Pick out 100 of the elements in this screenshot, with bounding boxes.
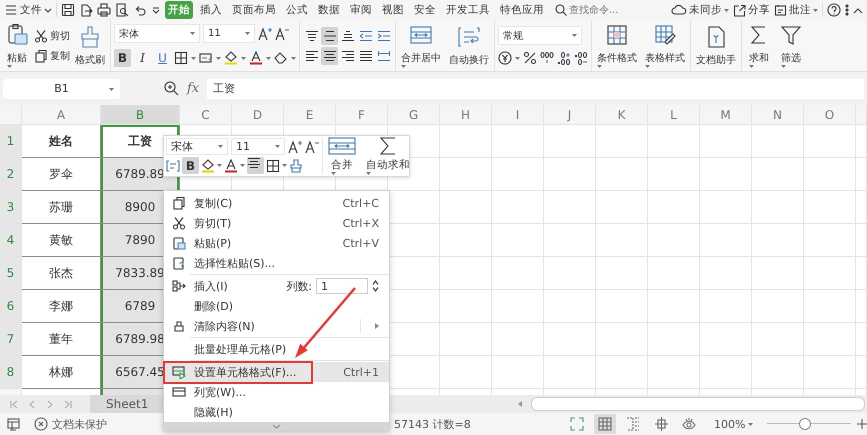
column-header[interactable]: N xyxy=(752,105,804,125)
column-header[interactable]: O xyxy=(804,105,856,125)
eye-icon[interactable] xyxy=(682,417,696,431)
name-box[interactable]: B1 xyxy=(3,78,120,98)
eraser-icon[interactable] xyxy=(274,51,288,65)
font-select[interactable]: 宋体 xyxy=(114,24,200,43)
font-grow-icon[interactable] xyxy=(288,140,302,154)
format-painter-icon[interactable] xyxy=(289,158,303,172)
decrease-decimal-icon[interactable] xyxy=(574,51,588,65)
format-toggle-button[interactable]: U xyxy=(154,49,171,67)
font-color-icon[interactable] xyxy=(224,158,238,172)
paste-button[interactable]: 粘贴 xyxy=(3,23,31,68)
format-painter-button[interactable]: 格式刷 xyxy=(73,24,107,66)
file-menu-button[interactable]: 文件 xyxy=(4,3,52,17)
font-shrink-icon[interactable] xyxy=(275,26,289,40)
font-size-select[interactable]: 11 xyxy=(231,138,285,155)
ribbon-tab[interactable]: 数据 xyxy=(315,1,343,19)
column-header[interactable]: I xyxy=(492,105,544,125)
number-format-select[interactable]: 常规 xyxy=(498,26,582,45)
paint-bucket-icon[interactable] xyxy=(201,158,215,172)
save-icon[interactable] xyxy=(61,3,75,17)
sheet-icon[interactable] xyxy=(6,417,22,431)
filter-button[interactable]: 筛选 xyxy=(777,23,805,68)
ribbon-tab[interactable]: 页面布局 xyxy=(229,1,279,19)
grid-view-icon[interactable] xyxy=(598,417,612,431)
borders-icon[interactable] xyxy=(174,51,188,65)
fullscreen-icon[interactable] xyxy=(570,417,584,431)
column-header[interactable]: M xyxy=(700,105,752,125)
share-button[interactable]: 分享 xyxy=(733,3,770,17)
paint-bucket-icon[interactable] xyxy=(224,51,238,65)
column-header[interactable]: G xyxy=(388,105,440,125)
format-toggle-button[interactable]: I xyxy=(134,49,151,67)
ribbon-tab[interactable]: 安全 xyxy=(411,1,439,19)
percent-icon[interactable] xyxy=(523,51,537,65)
view-mode-button[interactable] xyxy=(594,414,616,434)
formula-field[interactable]: 工资 xyxy=(207,78,864,98)
font-size-select[interactable]: 11 xyxy=(203,24,255,43)
sync-button[interactable]: 未同步 xyxy=(671,3,729,17)
horizontal-scrollbar[interactable] xyxy=(531,397,865,411)
font-grow-icon[interactable] xyxy=(258,26,272,40)
ribbon-tab[interactable]: 视图 xyxy=(379,1,407,19)
table-style-button[interactable]: 表格样式 xyxy=(643,23,687,68)
page-break-icon[interactable] xyxy=(626,417,640,431)
zoom-in-icon[interactable] xyxy=(857,419,867,429)
align-button[interactable] xyxy=(321,26,338,44)
ribbon-tab[interactable]: 开发工具 xyxy=(443,1,493,19)
column-header[interactable]: H xyxy=(440,105,492,125)
print-icon[interactable] xyxy=(97,3,111,17)
dropdown-icon[interactable] xyxy=(151,5,161,15)
increase-decimal-icon[interactable] xyxy=(557,51,571,65)
crosshair-icon[interactable] xyxy=(654,417,668,431)
zoom-level-button[interactable]: 100% xyxy=(714,418,754,430)
zoom-slider-thumb[interactable] xyxy=(799,418,812,430)
column-header[interactable]: L xyxy=(648,105,700,125)
zoom-slider[interactable] xyxy=(767,418,851,430)
font-select[interactable]: 宋体 xyxy=(166,138,228,155)
align-button[interactable] xyxy=(321,46,338,64)
protection-status-button[interactable]: 文档未保护 xyxy=(34,416,107,432)
sum-button[interactable]: 求和 xyxy=(745,23,773,68)
context-menu-item[interactable]: 设置单元格格式(F)... Ctrl+1 xyxy=(164,362,389,382)
currency-icon[interactable] xyxy=(498,51,512,65)
cut-button[interactable]: 剪切 xyxy=(34,28,70,42)
ribbon-tab[interactable]: 插入 xyxy=(197,1,225,19)
align-center-button[interactable] xyxy=(247,157,264,174)
zoom-icon[interactable] xyxy=(164,81,179,96)
context-menu-item[interactable]: 隐藏(H) xyxy=(164,402,389,422)
column-header[interactable]: F xyxy=(336,105,388,125)
thousands-separator-icon[interactable] xyxy=(540,51,554,65)
print-preview-icon[interactable] xyxy=(115,3,129,17)
column-header[interactable]: C xyxy=(180,105,232,125)
wrap-text-button[interactable]: 自动换行 xyxy=(447,24,491,66)
document-arrow-icon[interactable] xyxy=(79,3,93,17)
cell-style-icon[interactable] xyxy=(199,51,213,65)
column-header[interactable]: J xyxy=(544,105,596,125)
more-icon[interactable] xyxy=(845,3,849,17)
borders-icon[interactable] xyxy=(266,158,280,172)
format-toggle-button[interactable]: B xyxy=(114,49,131,67)
copy-button[interactable]: 复制 xyxy=(34,48,70,62)
sheet-tab[interactable]: Sheet1 xyxy=(90,395,164,413)
font-shrink-icon[interactable] xyxy=(305,140,319,154)
collapse-icon[interactable] xyxy=(853,6,863,14)
comment-button[interactable]: 批注 xyxy=(774,3,818,17)
column-header[interactable]: A xyxy=(22,105,101,125)
search-field[interactable]: 查找命令... xyxy=(555,4,627,16)
ribbon-tab[interactable]: 特色应用 xyxy=(497,1,547,19)
ribbon-tab[interactable]: 公式 xyxy=(283,1,311,19)
column-count-field[interactable]: 1 xyxy=(316,278,368,294)
column-header[interactable]: E xyxy=(284,105,336,125)
spinner-arrows-icon[interactable] xyxy=(372,280,379,292)
merge-center-button[interactable]: 合并居中 xyxy=(399,23,443,68)
help-icon[interactable] xyxy=(827,3,841,17)
bold-button[interactable]: B xyxy=(182,157,199,174)
document-assistant-button[interactable]: 文档助手 xyxy=(694,24,738,66)
column-header[interactable]: D xyxy=(232,105,284,125)
font-color-icon[interactable] xyxy=(249,51,263,65)
ribbon-tab[interactable]: 审阅 xyxy=(347,1,375,19)
autosum-button[interactable]: 自动求和 xyxy=(361,138,415,174)
conditional-format-button[interactable]: 条件格式 xyxy=(595,23,639,68)
column-header[interactable]: K xyxy=(596,105,648,125)
function-label[interactable]: fx xyxy=(187,81,200,96)
